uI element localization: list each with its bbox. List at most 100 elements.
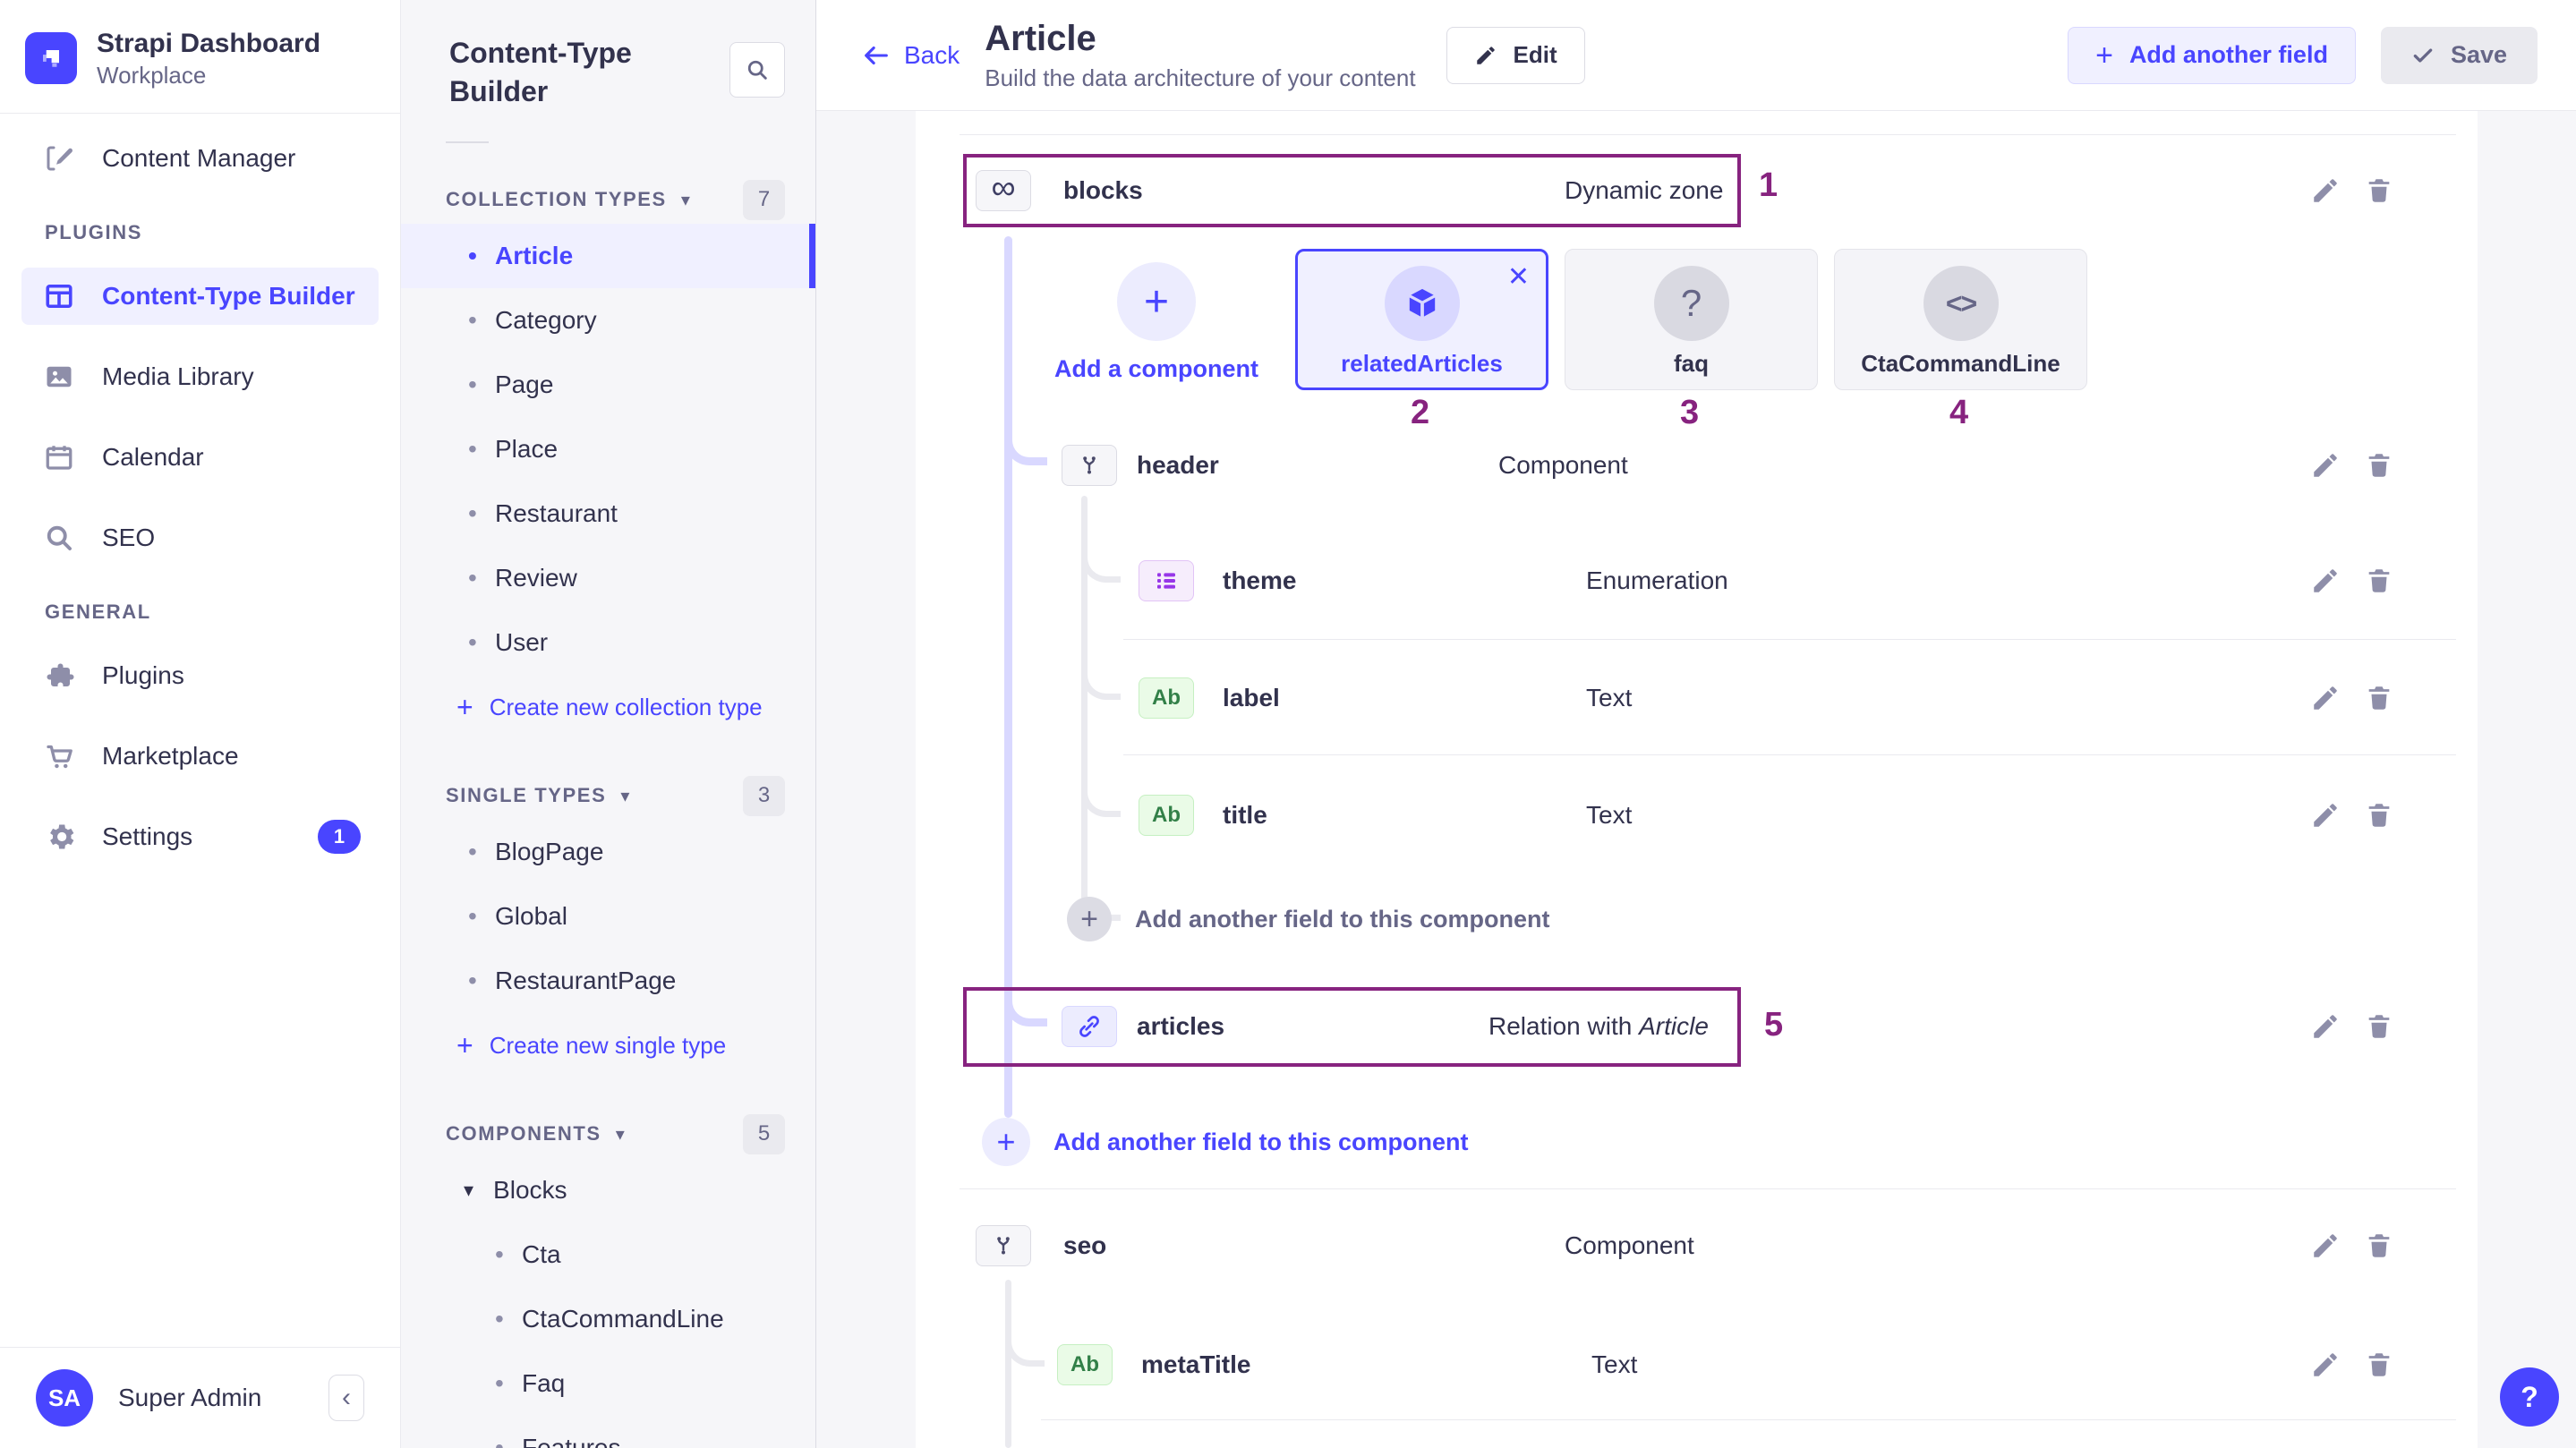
back-link[interactable]: Back [861, 40, 960, 71]
components-header[interactable]: COMPONENTS ▾ 5 [446, 1113, 785, 1154]
save-button[interactable]: Save [2381, 27, 2538, 84]
arrow-left-icon [861, 40, 891, 71]
sidebar-section-general: GENERAL [45, 600, 379, 624]
delete-field-icon[interactable] [2364, 1011, 2394, 1042]
subnav-item-page[interactable]: • Page [401, 353, 815, 417]
sidebar-item-plugins[interactable]: Plugins [21, 647, 379, 704]
edit-field-icon[interactable] [2310, 1011, 2341, 1042]
create-single-type-link[interactable]: + Create new single type [401, 1013, 815, 1077]
chevron-left-icon: ‹ [342, 1383, 351, 1413]
bullet-icon: • [468, 838, 495, 866]
component-card-faq[interactable]: ? faq [1565, 249, 1818, 390]
field-row-metatitle[interactable]: Ab metaTitle Text [916, 1344, 2456, 1385]
edit-field-icon[interactable] [2310, 1231, 2341, 1261]
delete-field-icon[interactable] [2364, 1231, 2394, 1261]
subnav-item-cta[interactable]: • Cta [401, 1222, 815, 1287]
delete-field-icon[interactable] [2364, 683, 2394, 713]
edit-field-icon[interactable] [2310, 450, 2341, 481]
close-icon[interactable]: ✕ [1507, 264, 1530, 291]
sidebar-item-content-manager[interactable]: Content Manager [21, 130, 379, 187]
single-types-count-badge: 3 [743, 776, 785, 816]
delete-field-icon[interactable] [2364, 566, 2394, 596]
subnav-item-review[interactable]: • Review [401, 546, 815, 610]
edit-button[interactable]: Edit [1446, 27, 1585, 84]
subnav-title: Content-Type Builder [449, 34, 691, 111]
check-icon [2411, 44, 2435, 67]
sidebar-item-settings[interactable]: Settings 1 [21, 808, 379, 865]
component-card-relatedarticles[interactable]: ✕ relatedArticles [1295, 249, 1548, 390]
collapse-sidebar-button[interactable]: ‹ [328, 1375, 364, 1421]
collection-types-count-badge: 7 [743, 180, 785, 220]
topbar: Back Article Build the data architecture… [816, 0, 2576, 111]
help-button[interactable]: ? [2500, 1367, 2559, 1427]
field-row-theme[interactable]: theme Enumeration [916, 560, 2456, 601]
question-icon: ? [1654, 266, 1729, 341]
section-divider [960, 1188, 2456, 1189]
sidebar-item-calendar[interactable]: Calendar [21, 429, 379, 486]
edit-field-icon[interactable] [2310, 175, 2341, 206]
single-types-header[interactable]: SINGLE TYPES ▾ 3 [446, 775, 785, 816]
ctb-subnav: Content-Type Builder COLLECTION TYPES ▾ … [401, 0, 816, 1448]
dynamiczone-icon: ∞ [976, 170, 1031, 211]
page-title-block: Article Build the data architecture of y… [985, 18, 1415, 92]
annotation-number-1: 1 [1759, 166, 1778, 205]
subnav-item-blogpage[interactable]: • BlogPage [401, 820, 815, 884]
sidebar-item-marketplace[interactable]: Marketplace [21, 728, 379, 785]
subnav-item-restaurant[interactable]: • Restaurant [401, 481, 815, 546]
gear-icon [41, 819, 77, 855]
subnav-item-user[interactable]: • User [401, 610, 815, 675]
add-field-to-component-button[interactable]: + Add another field to this component [1067, 897, 1549, 941]
field-row-seo[interactable]: seo Component [916, 1225, 2456, 1266]
brand-subtitle: Workplace [97, 61, 320, 89]
edit-field-icon[interactable] [2310, 1350, 2341, 1380]
subnav-item-category[interactable]: • Category [401, 288, 815, 353]
sidebar-item-media-library[interactable]: Media Library [21, 348, 379, 405]
plus-icon: + [982, 1118, 1030, 1166]
delete-field-icon[interactable] [2364, 450, 2394, 481]
delete-field-icon[interactable] [2364, 800, 2394, 830]
sidebar-item-label: Settings [102, 822, 192, 851]
calendar-icon [41, 439, 77, 475]
delete-field-icon[interactable] [2364, 1350, 2394, 1380]
subnav-item-place[interactable]: • Place [401, 417, 815, 481]
builder-content: ∞ blocks Dynamic zone 1 + Add a componen… [816, 111, 2576, 1448]
search-button[interactable] [729, 42, 785, 98]
enumeration-list-icon [1139, 560, 1194, 601]
create-collection-type-link[interactable]: + Create new collection type [401, 675, 815, 739]
field-row-header[interactable]: header Component [916, 445, 2456, 486]
text-field-icon: Ab [1057, 1344, 1113, 1385]
sidebar-item-seo[interactable]: SEO [21, 509, 379, 566]
subnav-item-features[interactable]: • Features [401, 1416, 815, 1448]
brand-title: Strapi Dashboard [97, 27, 320, 61]
field-row-blocks[interactable]: ∞ blocks Dynamic zone [916, 170, 2456, 211]
component-card-ctacommandline[interactable]: <> CtaCommandLine [1834, 249, 2087, 390]
subnav-item-ctacommandline[interactable]: • CtaCommandLine [401, 1287, 815, 1351]
edit-field-icon[interactable] [2310, 566, 2341, 596]
search-icon [745, 57, 770, 82]
add-field-to-dynamiczone-button[interactable]: + Add another field to this component [982, 1118, 1468, 1166]
bullet-icon: • [468, 902, 495, 931]
field-row-articles[interactable]: articles Relation with Article [916, 1006, 2456, 1047]
subnav-item-restaurantpage[interactable]: • RestaurantPage [401, 949, 815, 1013]
add-another-field-button[interactable]: + Add another field [2068, 27, 2356, 84]
add-component-button[interactable]: + Add a component [1058, 262, 1255, 383]
subnav-item-article[interactable]: • Article [401, 224, 815, 288]
sidebar-item-label: Content-Type Builder [102, 282, 355, 311]
field-row-title[interactable]: Ab title Text [916, 795, 2456, 836]
sidebar-item-label: SEO [102, 524, 155, 552]
plus-icon: + [456, 693, 473, 721]
image-icon [41, 359, 77, 395]
field-row-label[interactable]: Ab label Text [916, 677, 2456, 719]
delete-field-icon[interactable] [2364, 175, 2394, 206]
question-icon: ? [2521, 1381, 2538, 1414]
plus-icon: + [1067, 897, 1112, 941]
subnav-item-faq[interactable]: • Faq [401, 1351, 815, 1416]
subnav-item-global[interactable]: • Global [401, 884, 815, 949]
edit-field-icon[interactable] [2310, 683, 2341, 713]
fields-card: ∞ blocks Dynamic zone 1 + Add a componen… [916, 111, 2478, 1448]
component-group-blocks[interactable]: ▾ Blocks [401, 1158, 815, 1222]
sidebar-item-content-type-builder[interactable]: Content-Type Builder [21, 268, 379, 325]
sidebar-section-plugins: PLUGINS [45, 221, 379, 244]
collection-types-header[interactable]: COLLECTION TYPES ▾ 7 [446, 179, 785, 220]
edit-field-icon[interactable] [2310, 800, 2341, 830]
